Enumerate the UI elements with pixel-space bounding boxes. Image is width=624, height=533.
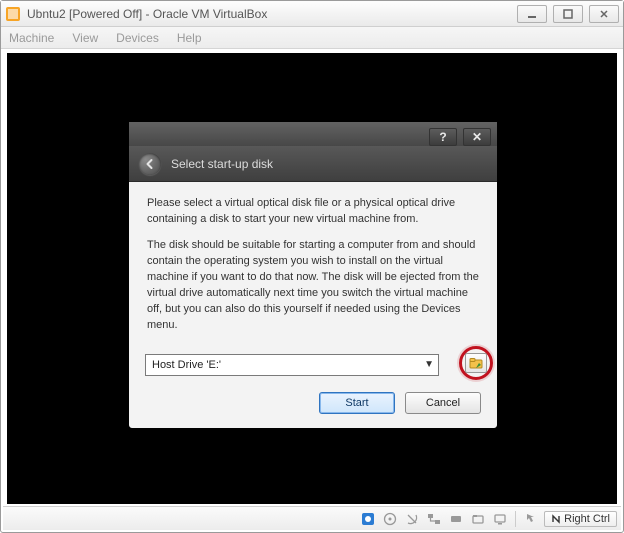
host-key-indicator[interactable]: Right Ctrl [544, 511, 617, 527]
disk-combobox-value: Host Drive 'E:' [152, 359, 221, 371]
statusbar: Right Ctrl [3, 506, 621, 530]
usb-icon[interactable] [447, 510, 465, 528]
menu-help[interactable]: Help [177, 31, 202, 45]
shared-folders-icon[interactable] [469, 510, 487, 528]
start-button[interactable]: Start [319, 392, 395, 414]
display-icon[interactable] [491, 510, 509, 528]
startup-disk-dialog: ? ✕ Select start-up disk Please select a… [128, 121, 498, 429]
network-icon[interactable] [425, 510, 443, 528]
dialog-text-1: Please select a virtual optical disk fil… [147, 196, 479, 228]
browse-disk-button[interactable] [465, 353, 487, 373]
dialog-close-button[interactable]: ✕ [463, 128, 491, 146]
maximize-button[interactable] [553, 5, 583, 23]
back-button[interactable] [139, 153, 161, 175]
hard-disk-icon[interactable] [403, 510, 421, 528]
disk-combobox[interactable]: Host Drive 'E:' ▼ [145, 354, 439, 376]
dialog-body: Please select a virtual optical disk fil… [129, 182, 497, 348]
dialog-button-row: Start Cancel [129, 378, 497, 428]
chevron-down-icon: ▼ [424, 359, 434, 370]
optical-disk-icon[interactable] [381, 510, 399, 528]
preview-icon[interactable] [359, 510, 377, 528]
window-title: Ubntu2 [Powered Off] - Oracle VM Virtual… [27, 7, 517, 21]
dialog-help-button[interactable]: ? [429, 128, 457, 146]
dialog-text-2: The disk should be suitable for starting… [147, 238, 479, 334]
cancel-button[interactable]: Cancel [405, 392, 481, 414]
minimize-button[interactable] [517, 5, 547, 23]
dialog-title: Select start-up disk [171, 157, 273, 171]
highlight-circle [459, 346, 493, 380]
window-controls [517, 5, 619, 23]
app-icon [5, 6, 21, 22]
menu-view[interactable]: View [72, 31, 98, 45]
dialog-window-controls: ? ✕ [129, 122, 497, 146]
menu-machine[interactable]: Machine [9, 31, 54, 45]
host-key-label: Right Ctrl [564, 513, 610, 525]
titlebar: Ubntu2 [Powered Off] - Oracle VM Virtual… [1, 1, 623, 27]
close-button[interactable] [589, 5, 619, 23]
dialog-header: Select start-up disk [129, 146, 497, 182]
menu-devices[interactable]: Devices [116, 31, 159, 45]
status-separator [515, 511, 516, 527]
menubar: Machine View Devices Help [1, 27, 623, 49]
main-window: Ubntu2 [Powered Off] - Oracle VM Virtual… [0, 0, 624, 533]
mouse-integration-icon[interactable] [522, 510, 540, 528]
disk-selector-row: Host Drive 'E:' ▼ [129, 348, 497, 378]
